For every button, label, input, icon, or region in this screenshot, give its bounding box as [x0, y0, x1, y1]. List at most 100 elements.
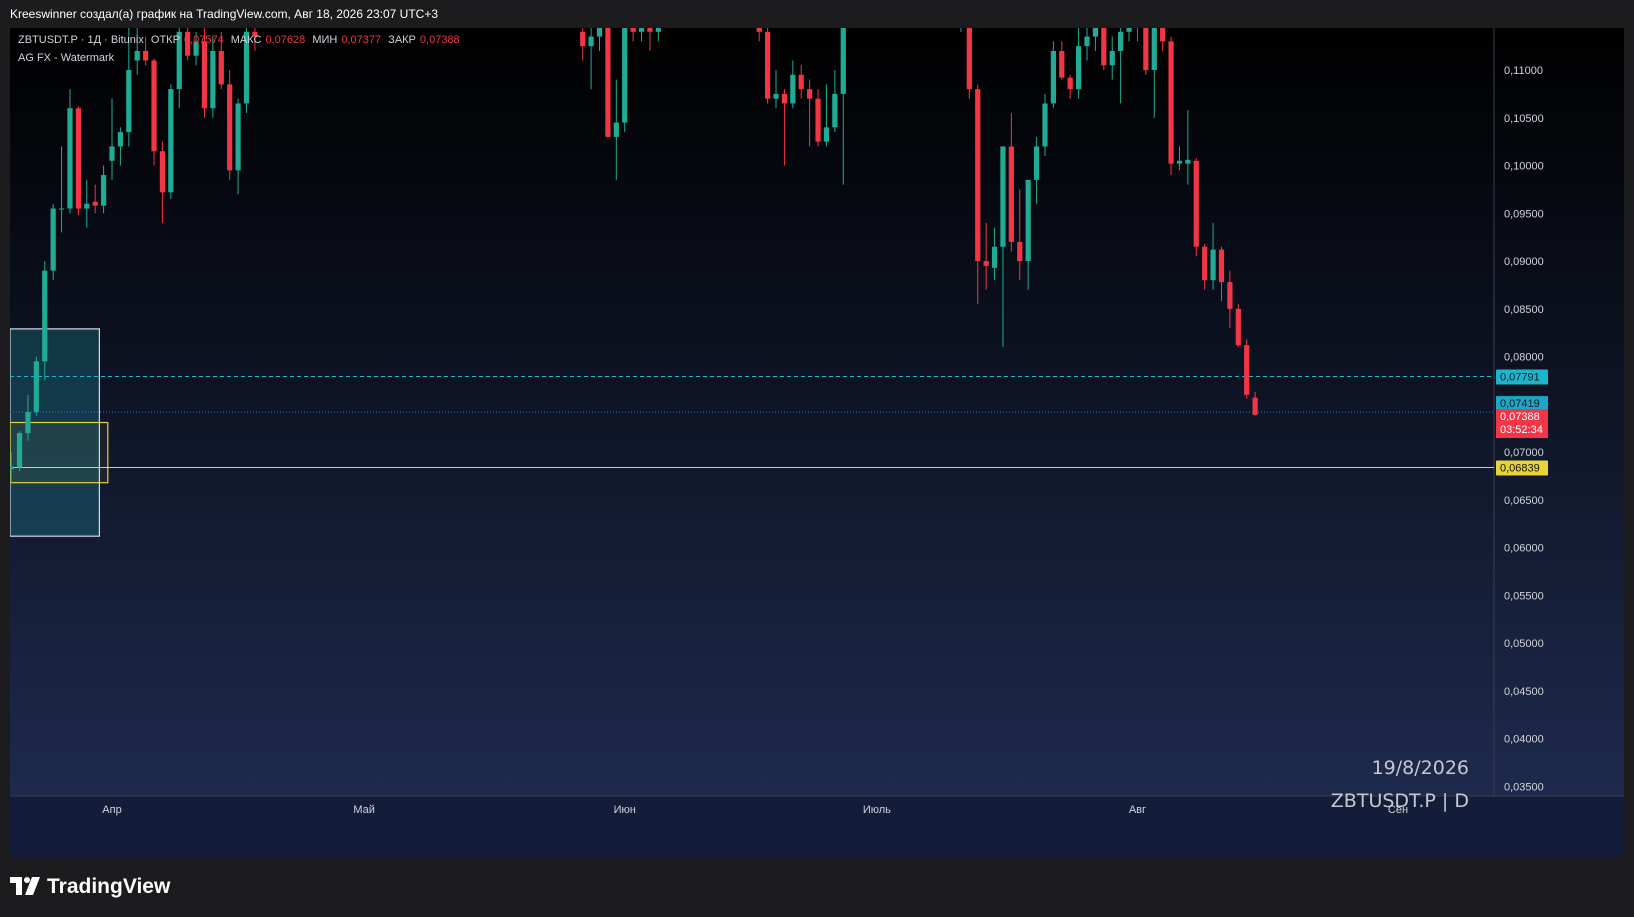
candle-body[interactable]: [596, 28, 603, 37]
candle-body[interactable]: [638, 28, 645, 32]
candle-body[interactable]: [630, 28, 636, 32]
candle-body[interactable]: [10, 466, 14, 470]
price-tick-label: 0,09000: [1504, 256, 1544, 268]
chart-svg[interactable]: 0,11000 0,10500 0,10000 0,09500 0,09000 0,085…: [10, 28, 1624, 857]
candle-body[interactable]: [1210, 249, 1216, 281]
candle-body[interactable]: [655, 28, 661, 32]
candle-body[interactable]: [1218, 249, 1225, 283]
candle-body[interactable]: [201, 41, 208, 109]
candle-body[interactable]: [1151, 28, 1157, 71]
price-tick-label: 0,05000: [1504, 638, 1544, 650]
candle-body[interactable]: [1109, 50, 1115, 66]
candle-body[interactable]: [580, 31, 586, 47]
candle-body[interactable]: [756, 28, 762, 32]
ohlc-legend: ZBTUSDT.P · 1Д · Bitunix ОТКР 0,07574 МАК…: [18, 34, 464, 46]
candle-body[interactable]: [1067, 77, 1073, 90]
price-tick-label: 0,05500: [1504, 590, 1544, 602]
indicator-label[interactable]: AG FX - Watermark: [18, 52, 114, 64]
symbol-line[interactable]: ZBTUSDT.P · 1Д · Bitunix: [18, 34, 144, 46]
candle-body[interactable]: [25, 412, 31, 434]
low-value: 0,07377: [341, 34, 382, 46]
candle-body[interactable]: [75, 108, 81, 209]
price-tick-label: 0,09500: [1504, 208, 1544, 220]
candle-body[interactable]: [588, 36, 594, 47]
candle-body[interactable]: [126, 70, 132, 133]
candle-body[interactable]: [1042, 103, 1048, 147]
candle-body[interactable]: [966, 28, 972, 90]
low-label: МИН: [312, 34, 338, 46]
price-tick-label: 0,04500: [1504, 686, 1544, 698]
close-value: 0,07388: [419, 34, 460, 46]
candle-body[interactable]: [1143, 28, 1149, 71]
candle-body[interactable]: [210, 50, 216, 109]
price-tick-label: 0,04000: [1504, 734, 1544, 746]
chart-area[interactable]: 0,11000 0,10500 0,10000 0,09500 0,09000 0,085…: [10, 28, 1624, 857]
candle-body[interactable]: [773, 93, 779, 99]
candle-body[interactable]: [1000, 146, 1006, 247]
time-tick-label: Май: [353, 804, 375, 816]
candle-body[interactable]: [991, 246, 998, 268]
candle-body[interactable]: [1227, 282, 1233, 309]
candle-body[interactable]: [823, 127, 830, 142]
candle-body[interactable]: [168, 89, 174, 193]
candle-body[interactable]: [807, 89, 813, 99]
candle-body[interactable]: [235, 103, 241, 171]
zone-box-yellow[interactable]: [10, 421, 109, 484]
candle-body[interactable]: [1202, 246, 1208, 281]
candle-body[interactable]: [134, 50, 140, 61]
candle-body[interactable]: [67, 108, 73, 209]
candle-body[interactable]: [983, 261, 989, 266]
candle-body[interactable]: [1033, 146, 1040, 180]
candle-body[interactable]: [1193, 160, 1199, 247]
candle-body[interactable]: [1050, 50, 1056, 104]
candle-body[interactable]: [42, 270, 48, 362]
candle-body[interactable]: [50, 208, 56, 271]
candle-body[interactable]: [1126, 28, 1132, 32]
candle-body[interactable]: [815, 98, 821, 142]
candle-body[interactable]: [1017, 241, 1023, 262]
candle-body[interactable]: [84, 203, 90, 209]
candle-body[interactable]: [109, 146, 115, 161]
candle-body[interactable]: [1092, 28, 1099, 37]
candle-body[interactable]: [1252, 397, 1258, 415]
candle-body[interactable]: [1101, 28, 1107, 66]
tradingview-logo-icon: [10, 877, 40, 895]
candle-body[interactable]: [1008, 146, 1014, 242]
candle-body[interactable]: [218, 50, 224, 85]
candle-body[interactable]: [1168, 41, 1174, 164]
candle-body[interactable]: [1025, 179, 1031, 262]
candle-body[interactable]: [765, 31, 771, 99]
candle-body[interactable]: [1244, 345, 1250, 395]
candle-body[interactable]: [1118, 31, 1124, 51]
candle-body[interactable]: [1059, 50, 1065, 78]
candle-body[interactable]: [647, 28, 653, 32]
candle-body[interactable]: [1185, 159, 1191, 164]
candle-body[interactable]: [781, 93, 788, 104]
candle-body[interactable]: [58, 208, 65, 210]
candle-body[interactable]: [117, 132, 124, 147]
candle-body[interactable]: [622, 28, 628, 123]
candle-body[interactable]: [613, 122, 619, 137]
candle-body[interactable]: [1075, 46, 1082, 90]
candle-body[interactable]: [100, 175, 107, 206]
candle-body[interactable]: [143, 50, 149, 61]
watermark-date: 19/8/2026: [1371, 757, 1469, 779]
candle-body[interactable]: [1160, 28, 1166, 42]
candle-body[interactable]: [16, 433, 23, 468]
candle-body[interactable]: [840, 28, 846, 94]
candle-body[interactable]: [227, 84, 233, 171]
candle-body[interactable]: [151, 60, 157, 152]
candle-body[interactable]: [159, 151, 166, 193]
candle-body[interactable]: [1235, 308, 1241, 346]
candle-body[interactable]: [832, 93, 838, 128]
price-tick-label: 0,07000: [1504, 447, 1544, 459]
candle-body[interactable]: [605, 28, 611, 137]
candle-body[interactable]: [1084, 36, 1090, 47]
candle-body[interactable]: [975, 89, 981, 262]
price-tick-label: 0,06500: [1504, 495, 1544, 507]
candle-body[interactable]: [798, 74, 804, 90]
candle-body[interactable]: [1176, 160, 1183, 164]
candle-body[interactable]: [92, 201, 98, 206]
candle-body[interactable]: [790, 74, 796, 104]
candle-body[interactable]: [33, 361, 39, 412]
